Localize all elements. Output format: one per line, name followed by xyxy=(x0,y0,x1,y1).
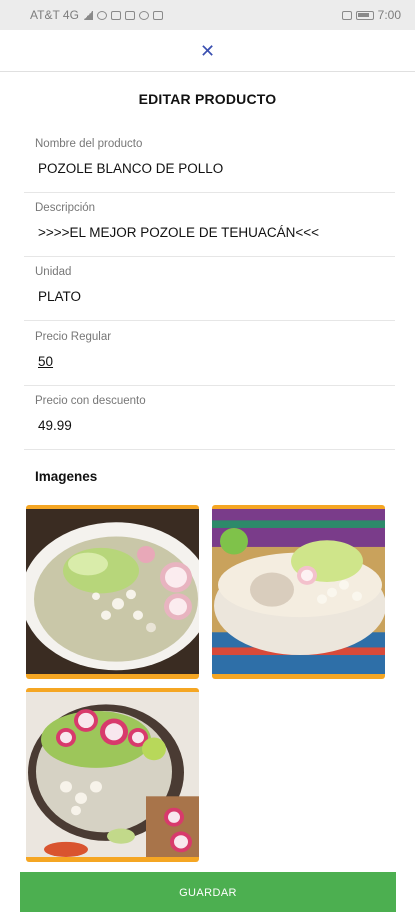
discount-price-value[interactable]: 49.99 xyxy=(38,418,378,433)
regular-price-value[interactable]: 50 xyxy=(38,354,378,369)
save-button[interactable]: GUARDAR xyxy=(20,872,396,912)
product-image-3[interactable] xyxy=(26,688,199,862)
product-name-label: Nombre del producto xyxy=(35,138,143,150)
signal-icon xyxy=(82,10,93,20)
regular-price-label: Precio Regular xyxy=(35,331,112,343)
unit-value[interactable]: PLATO xyxy=(38,289,378,304)
pozole-photo-1 xyxy=(26,509,199,674)
description-field[interactable]: Descripción >>>>EL MEJOR POZOLE DE TEHUA… xyxy=(24,196,395,257)
status-bar: AT&T 4G 7:00 xyxy=(0,0,415,30)
status-left: AT&T 4G xyxy=(30,8,163,22)
unit-label: Unidad xyxy=(35,266,72,278)
wifi-icon xyxy=(96,10,107,20)
description-value[interactable]: >>>>EL MEJOR POZOLE DE TEHUACÁN<<< xyxy=(38,225,378,240)
close-icon[interactable]: ✕ xyxy=(200,42,215,60)
product-name-field[interactable]: Nombre del producto POZOLE BLANCO DE POL… xyxy=(24,132,395,193)
page-title: EDITAR PRODUCTO xyxy=(138,91,277,107)
unit-field[interactable]: Unidad PLATO xyxy=(24,260,395,321)
images-section-title: Imagenes xyxy=(35,469,98,484)
message-icon xyxy=(124,10,135,20)
discount-price-label: Precio con descuento xyxy=(35,395,146,407)
discount-price-field[interactable]: Precio con descuento 49.99 xyxy=(24,389,395,450)
vibrate-icon xyxy=(341,10,352,20)
battery-icon xyxy=(355,10,374,20)
top-bar: ✕ xyxy=(0,30,415,72)
gallery-icon xyxy=(152,10,163,20)
pozole-photo-3 xyxy=(26,692,199,857)
carrier-text: AT&T 4G xyxy=(30,8,79,22)
clock-text: 7:00 xyxy=(377,8,401,22)
status-right: 7:00 xyxy=(341,8,401,22)
pozole-photo-2 xyxy=(212,509,385,674)
product-image-2[interactable] xyxy=(212,505,385,679)
product-name-value[interactable]: POZOLE BLANCO DE POLLO xyxy=(38,161,378,176)
regular-price-field[interactable]: Precio Regular 50 xyxy=(24,325,395,386)
whatsapp-icon xyxy=(138,10,149,20)
product-image-1[interactable] xyxy=(26,505,199,679)
notification-icon xyxy=(110,10,121,20)
description-label: Descripción xyxy=(35,202,96,214)
